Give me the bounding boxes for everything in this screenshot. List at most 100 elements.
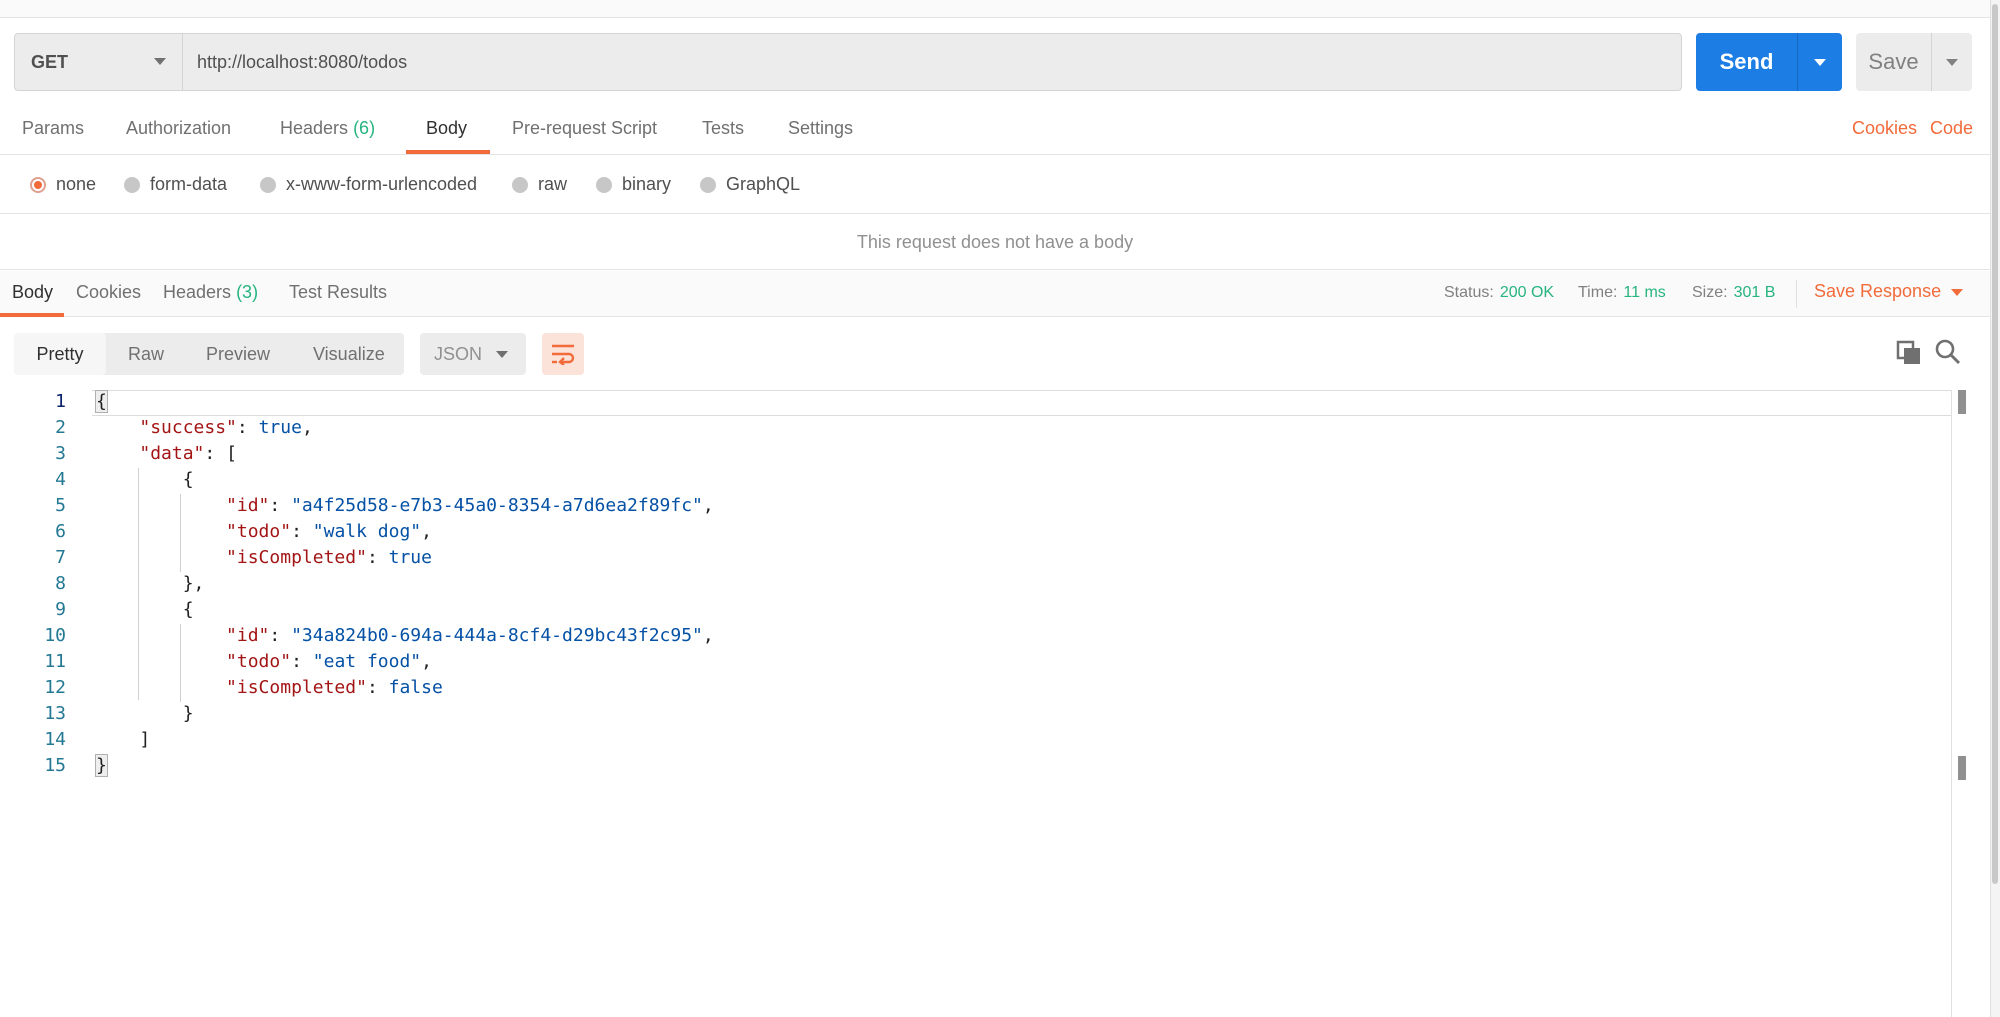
line-number: 8 — [55, 573, 66, 594]
view-preview-button[interactable]: Preview — [206, 333, 270, 375]
editor-scroll-marker[interactable] — [1958, 390, 1966, 414]
code-line: } — [96, 703, 194, 724]
response-tabs: Body Cookies Headers (3) Test Results St… — [0, 271, 1990, 317]
code-line: "todo": "eat food", — [96, 651, 432, 672]
send-button[interactable]: Send — [1696, 33, 1798, 91]
line-number: 14 — [44, 729, 66, 750]
json-punctuation: : — [291, 521, 313, 542]
radio-selected-icon — [30, 176, 46, 193]
search-icon[interactable] — [1934, 338, 1962, 366]
response-tab-body[interactable]: Body — [12, 282, 53, 303]
url-input[interactable]: http://localhost:8080/todos — [183, 34, 1681, 90]
radio-none[interactable]: none — [30, 174, 96, 195]
json-boolean: false — [388, 677, 443, 698]
code-line: "id": "34a824b0-694a-444a-8cf4-d29bc43f2… — [96, 625, 714, 646]
radio-graphql[interactable]: GraphQL — [700, 174, 800, 195]
json-punctuation: , — [702, 495, 714, 516]
radio-form-data[interactable]: form-data — [124, 174, 227, 195]
response-tab-cookies[interactable]: Cookies — [76, 282, 141, 303]
view-visualize-button[interactable]: Visualize — [313, 333, 385, 375]
current-line-highlight — [92, 390, 1952, 416]
json-key: "isCompleted" — [226, 677, 367, 698]
json-key: "success" — [139, 417, 237, 438]
json-string: "eat food" — [312, 651, 422, 672]
response-tab-headers[interactable]: Headers (3) — [163, 282, 258, 303]
radio-urlencoded[interactable]: x-www-form-urlencoded — [260, 174, 477, 195]
view-pretty-button[interactable]: Pretty — [14, 333, 106, 375]
line-number: 11 — [44, 651, 66, 672]
time-label: Time: — [1578, 284, 1618, 301]
send-button-group: Send — [1696, 33, 1842, 91]
radio-binary[interactable]: binary — [596, 174, 671, 195]
editor-scroll-track — [1951, 390, 1952, 1017]
json-punctuation: : — [269, 625, 292, 646]
page-scrollbar-thumb[interactable] — [1992, 4, 1998, 884]
send-options-button[interactable] — [1798, 33, 1842, 91]
save-button[interactable]: Save — [1856, 33, 1932, 91]
view-raw-button[interactable]: Raw — [128, 333, 164, 375]
tab-body[interactable]: Body — [426, 118, 467, 139]
line-number: 4 — [55, 469, 66, 490]
response-tab-test-results[interactable]: Test Results — [289, 282, 387, 303]
save-response-button[interactable]: Save Response — [1814, 281, 1964, 302]
json-punctuation: : [ — [204, 443, 237, 464]
tab-tests[interactable]: Tests — [702, 118, 744, 139]
active-tab-indicator — [406, 150, 490, 154]
code-line: "isCompleted": false — [96, 677, 443, 698]
line-number: 9 — [55, 599, 66, 620]
cookies-link[interactable]: Cookies — [1852, 118, 1917, 139]
radio-icon — [260, 176, 276, 193]
json-key: "id" — [226, 625, 270, 646]
radio-graphql-label: GraphQL — [726, 174, 801, 194]
method-select[interactable]: GET — [15, 34, 183, 90]
radio-none-label: none — [56, 174, 97, 194]
size-readout: Size: 301 B — [1692, 284, 1775, 302]
format-select[interactable]: JSON — [420, 333, 526, 375]
json-punctuation: { — [182, 599, 194, 620]
no-body-message: This request does not have a body — [0, 215, 1990, 270]
json-boolean: true — [388, 547, 432, 568]
response-body-editor[interactable]: 1 2 3 4 5 6 7 8 9 10 11 12 13 14 15 { "success": true,… — [0, 390, 1990, 1017]
tab-headers[interactable]: Headers (6) — [280, 118, 375, 139]
code-link[interactable]: Code — [1930, 118, 1973, 139]
time-value: 11 ms — [1623, 284, 1666, 301]
code-line: { — [96, 469, 194, 490]
status-readout: Status: 200 OK — [1444, 284, 1554, 302]
tab-authorization[interactable]: Authorization — [126, 118, 231, 139]
status-label: Status: — [1444, 284, 1494, 301]
json-punctuation: : — [269, 495, 292, 516]
radio-icon — [124, 176, 140, 193]
radio-raw[interactable]: raw — [512, 174, 567, 195]
line-number: 2 — [55, 417, 66, 438]
json-key: "id" — [226, 495, 270, 516]
code-line: "success": true, — [96, 417, 312, 438]
copy-icon[interactable] — [1896, 340, 1922, 366]
size-label: Size: — [1692, 284, 1728, 301]
code-line: }, — [96, 573, 205, 594]
json-punctuation: : — [366, 547, 389, 568]
line-number: 5 — [55, 495, 66, 516]
tab-pre-request-script[interactable]: Pre-request Script — [512, 118, 657, 139]
line-number: 1 — [55, 391, 66, 412]
tab-params[interactable]: Params — [22, 118, 84, 139]
code-line: "todo": "walk dog", — [96, 521, 432, 542]
save-response-label: Save Response — [1814, 281, 1942, 301]
active-response-tab-indicator — [0, 313, 64, 317]
json-punctuation: , — [702, 625, 714, 646]
request-bar: GET http://localhost:8080/todos — [14, 33, 1682, 91]
json-punctuation: : — [291, 651, 313, 672]
editor-scroll-marker[interactable] — [1958, 756, 1966, 780]
tab-settings[interactable]: Settings — [788, 118, 853, 139]
code-line: "id": "a4f25d58-e7b3-45a0-8354-a7d6ea2f8… — [96, 495, 714, 516]
save-options-button[interactable] — [1932, 33, 1972, 91]
chevron-down-icon — [1951, 288, 1964, 296]
wrap-lines-button[interactable] — [542, 333, 584, 375]
